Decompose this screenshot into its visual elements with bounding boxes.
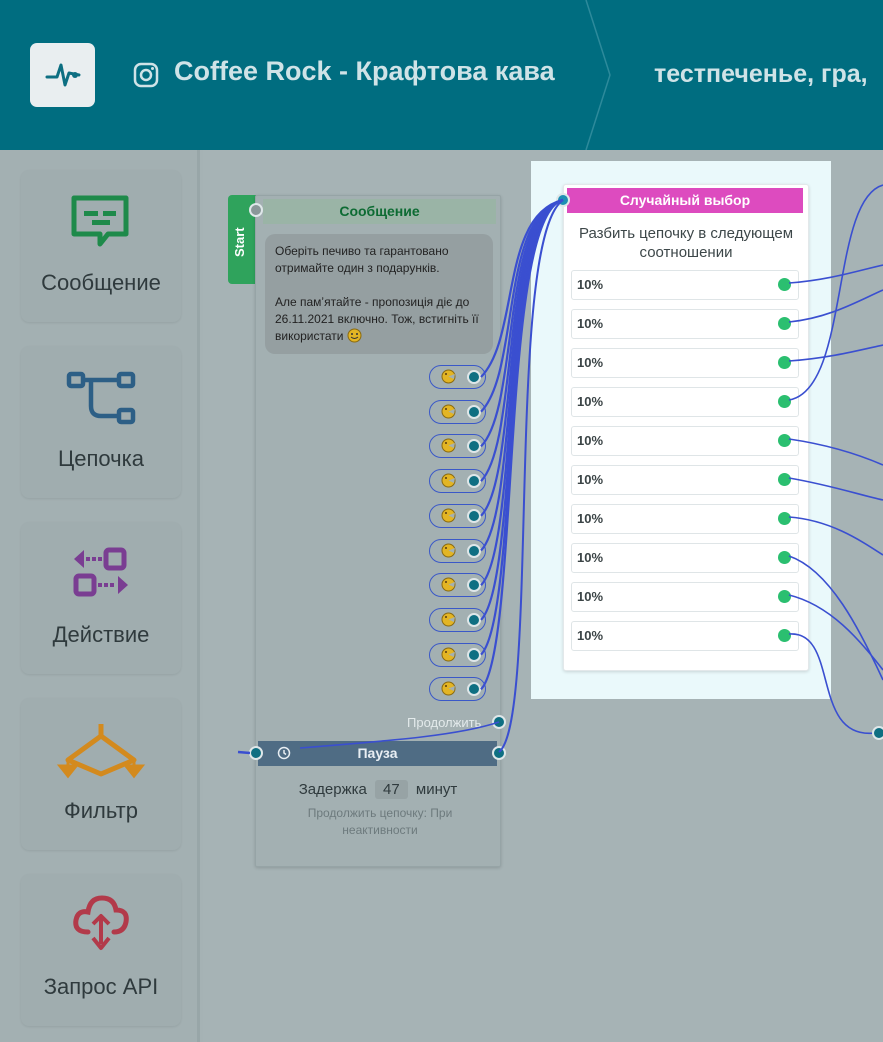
connection-wires [237,184,883,755]
right-node-port[interactable] [872,726,883,740]
wire [788,184,883,401]
wire [788,477,883,501]
wire [237,750,251,755]
wire [788,555,883,681]
wire [788,438,883,466]
wire [788,633,876,734]
wire [788,344,883,362]
wire [299,721,500,749]
wire [788,516,883,556]
wire [788,594,883,671]
wire [788,264,883,284]
